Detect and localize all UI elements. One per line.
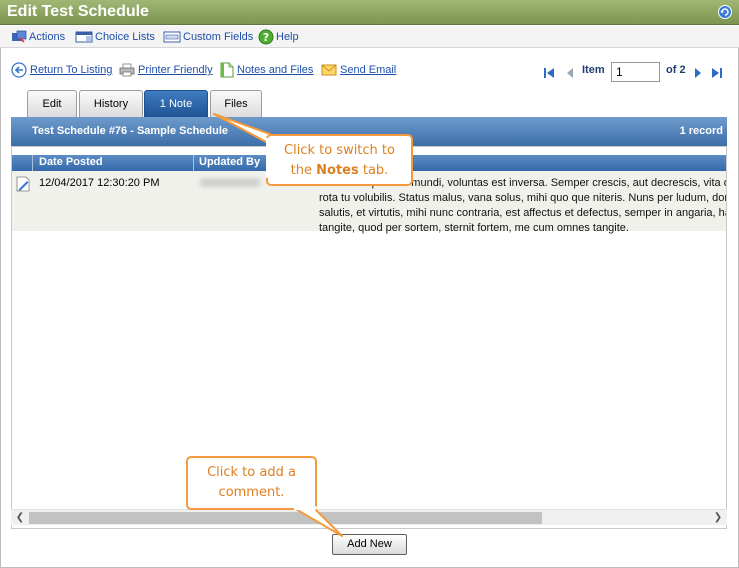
tab-history[interactable]: History xyxy=(79,90,143,117)
date-posted-cell: 12/04/2017 12:30:20 PM xyxy=(39,177,160,189)
tab-notes[interactable]: 1 Note xyxy=(144,90,208,118)
menu-choice-lists[interactable]: Choice Lists xyxy=(75,29,155,45)
notes-and-files-link[interactable]: Notes and Files xyxy=(220,61,313,79)
callout-line: Click to switch to xyxy=(284,143,395,158)
notes-grid: Date Posted Updated By 12/04/2017 12:30:… xyxy=(11,146,727,529)
note-line: rota tu volubilis. Status malus, vana so… xyxy=(319,192,727,204)
menu-help-label: Help xyxy=(276,31,299,43)
send-email-label: Send Email xyxy=(340,64,397,76)
section-title: Test Schedule #76 - Sample Schedule xyxy=(32,125,229,137)
window-title: Edit Test Schedule xyxy=(7,3,149,20)
callout-emphasis: Notes xyxy=(316,163,359,178)
tab-edit[interactable]: Edit xyxy=(27,90,77,117)
send-email-link[interactable]: Send Email xyxy=(321,61,396,79)
edit-note-icon[interactable] xyxy=(15,176,31,192)
updated-by-cell-redacted xyxy=(200,178,260,187)
custom-fields-icon xyxy=(163,31,181,43)
help-icon: ? xyxy=(258,29,274,45)
record-count: 1 record xyxy=(679,125,723,137)
menu-actions-label: Actions xyxy=(29,31,66,43)
notes-and-files-label: Notes and Files xyxy=(237,64,314,76)
pager-of-label: of 2 xyxy=(666,64,686,76)
menu-help[interactable]: ? Help xyxy=(258,29,299,45)
menu-custom-fields-label: Custom Fields xyxy=(183,31,254,43)
menu-custom-fields[interactable]: Custom Fields xyxy=(163,29,253,45)
menu-bar: Actions Choice Lists Custom Fields ? Hel… xyxy=(0,26,739,48)
callout-text: tab. xyxy=(358,163,389,178)
last-page-icon[interactable] xyxy=(711,67,723,79)
first-page-icon[interactable] xyxy=(543,67,555,79)
choice-lists-icon xyxy=(75,31,93,43)
back-arrow-icon xyxy=(11,62,27,78)
callout-pointer-mask xyxy=(266,138,270,178)
return-to-listing-label: Return To Listing xyxy=(30,64,113,76)
callout-line: comment. xyxy=(218,485,285,500)
callout-line: the Notes tab. xyxy=(268,161,411,181)
svg-text:?: ? xyxy=(263,31,269,44)
email-icon xyxy=(321,64,337,76)
notes-tab-callout: Click to switch to the Notes tab. xyxy=(266,134,413,186)
callout-pointer-mask xyxy=(294,506,316,510)
menu-choice-lists-label: Choice Lists xyxy=(95,31,155,43)
note-line: tangite, quod per sortem, sternit fortem… xyxy=(319,222,629,234)
scroll-right-icon[interactable]: ❯ xyxy=(711,511,725,525)
note-line: salutis, et virtutis, mihi nunc contrari… xyxy=(319,207,727,219)
pager-item-input[interactable] xyxy=(611,62,660,82)
actions-icon xyxy=(12,30,27,43)
notes-icon xyxy=(220,62,234,78)
pager-item-label: Item xyxy=(582,64,605,76)
prev-page-icon[interactable] xyxy=(565,67,575,79)
printer-friendly-label: Printer Friendly xyxy=(138,64,213,76)
callout-text: the xyxy=(290,163,317,178)
window-titlebar: Edit Test Schedule xyxy=(0,0,739,25)
add-comment-callout: Click to add a comment. xyxy=(186,456,317,510)
refresh-icon[interactable] xyxy=(718,5,732,19)
column-date-posted[interactable]: Date Posted xyxy=(39,156,103,168)
column-separator xyxy=(193,155,194,171)
column-updated-by[interactable]: Updated By xyxy=(199,156,260,168)
printer-icon xyxy=(119,63,135,77)
return-to-listing-link[interactable]: Return To Listing xyxy=(11,61,112,79)
horizontal-scrollbar[interactable]: ❮ ❯ xyxy=(11,509,727,525)
callout-line: Click to add a xyxy=(207,465,296,480)
column-separator xyxy=(32,155,33,171)
menu-actions[interactable]: Actions xyxy=(11,29,65,45)
scroll-left-icon[interactable]: ❮ xyxy=(13,511,27,525)
next-page-icon[interactable] xyxy=(693,67,703,79)
printer-friendly-link[interactable]: Printer Friendly xyxy=(119,61,213,79)
